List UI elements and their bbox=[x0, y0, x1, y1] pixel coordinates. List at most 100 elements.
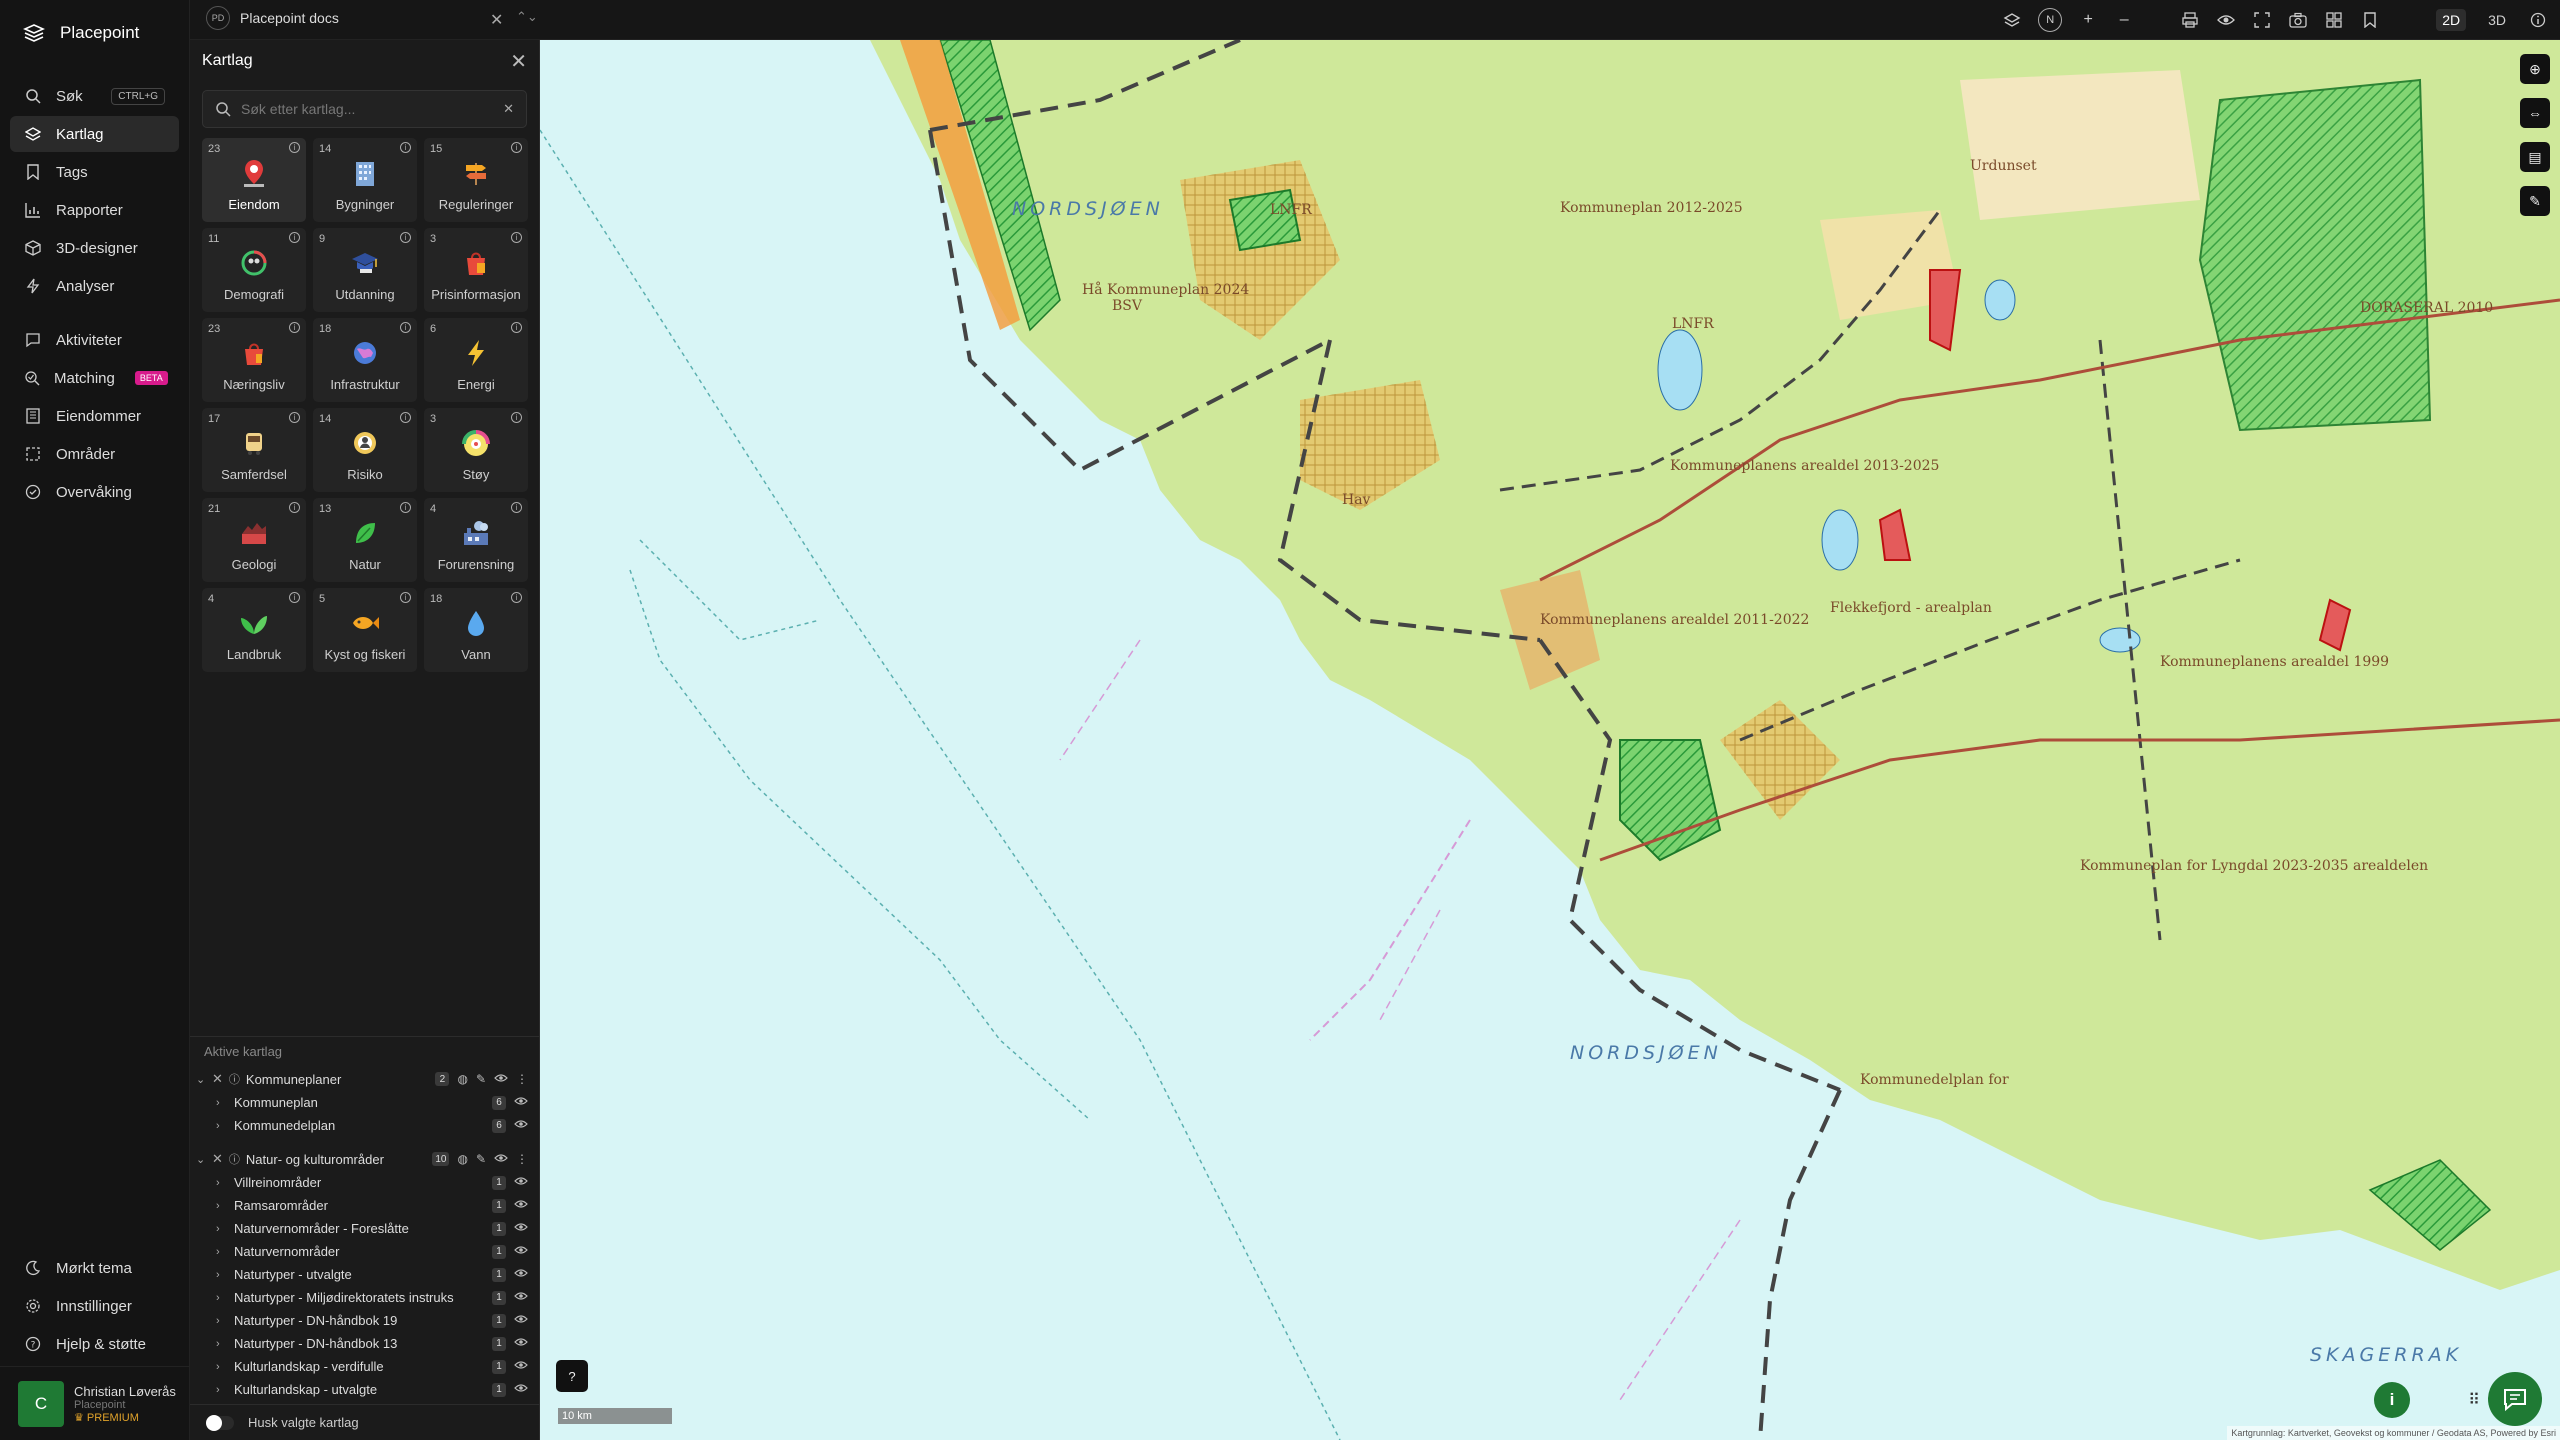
info-icon[interactable]: i bbox=[400, 142, 411, 153]
info-icon[interactable]: i bbox=[400, 232, 411, 243]
chevron-right-icon[interactable]: › bbox=[216, 1097, 226, 1109]
category-tile-reguleringer[interactable]: 15 i Reguleringer bbox=[424, 138, 528, 222]
nav-item-areas[interactable]: Områder bbox=[10, 436, 179, 472]
chevron-right-icon[interactable]: › bbox=[216, 1338, 226, 1350]
chevron-right-icon[interactable]: › bbox=[216, 1269, 226, 1281]
info-icon[interactable]: i bbox=[511, 592, 522, 603]
chevron-right-icon[interactable]: › bbox=[216, 1120, 226, 1132]
info-icon[interactable]: i bbox=[511, 142, 522, 153]
category-tile-bygninger[interactable]: 14 i Bygninger bbox=[313, 138, 417, 222]
category-tile-risiko[interactable]: 14 i Risiko bbox=[313, 408, 417, 492]
info-icon[interactable]: ⓘ bbox=[229, 1071, 240, 1087]
nav-item-search[interactable]: Søk CTRL+G bbox=[10, 78, 179, 114]
info-icon[interactable]: i bbox=[511, 502, 522, 513]
nav-item-help[interactable]: ? Hjelp & støtte bbox=[10, 1326, 180, 1362]
remember-toggle[interactable] bbox=[206, 1414, 234, 1431]
category-tile-energi[interactable]: 6 i Energi bbox=[424, 318, 528, 402]
identify-icon[interactable]: ⊕ bbox=[2520, 54, 2550, 84]
edit-icon[interactable]: ✎ bbox=[476, 1072, 486, 1086]
zoom-out-icon[interactable]: – bbox=[2114, 10, 2134, 30]
category-tile-kyst-og-fiskeri[interactable]: 5 i Kyst og fiskeri bbox=[313, 588, 417, 672]
category-tile-geologi[interactable]: 21 i Geologi bbox=[202, 498, 306, 582]
eye-icon[interactable] bbox=[514, 1175, 528, 1190]
info-icon[interactable]: i bbox=[511, 232, 522, 243]
remove-icon[interactable]: ✕ bbox=[212, 1151, 223, 1167]
more-icon[interactable]: ⋮ bbox=[516, 1072, 528, 1086]
info-icon[interactable]: i bbox=[400, 412, 411, 423]
info-icon[interactable]: i bbox=[511, 412, 522, 423]
info-icon[interactable]: i bbox=[289, 142, 300, 153]
info-icon[interactable]: i bbox=[289, 592, 300, 603]
map-basemap[interactable] bbox=[540, 40, 2560, 1440]
layer-item[interactable]: › Naturtyper - DN-håndbok 19 1 bbox=[190, 1309, 540, 1332]
close-icon[interactable]: ✕ bbox=[510, 49, 527, 74]
category-tile-natur[interactable]: 13 i Natur bbox=[313, 498, 417, 582]
bookmark-icon[interactable] bbox=[2360, 10, 2380, 30]
layer-item[interactable]: › Kulturlandskap - verdifulle 1 bbox=[190, 1355, 540, 1378]
remove-icon[interactable]: ✕ bbox=[212, 1071, 223, 1087]
chevron-down-icon[interactable]: ⌄ bbox=[196, 1073, 206, 1086]
elevation-chart-icon[interactable]: ▤ bbox=[2520, 142, 2550, 172]
layers-stack-icon[interactable] bbox=[2002, 10, 2022, 30]
measure-icon[interactable]: ⇔ bbox=[2520, 98, 2550, 128]
nav-item-dark-theme[interactable]: Mørkt tema bbox=[10, 1250, 180, 1286]
eye-icon[interactable] bbox=[514, 1336, 528, 1351]
info-icon[interactable]: i bbox=[289, 412, 300, 423]
nav-item-3d-designer[interactable]: 3D-designer bbox=[10, 230, 179, 266]
info-icon[interactable]: i bbox=[289, 502, 300, 513]
category-tile-vann[interactable]: 18 i Vann bbox=[424, 588, 528, 672]
palette-icon[interactable]: ◍ bbox=[457, 1072, 467, 1086]
category-tile-samferdsel[interactable]: 17 i Samferdsel bbox=[202, 408, 306, 492]
eye-icon[interactable] bbox=[514, 1382, 528, 1397]
layer-item[interactable]: › Naturtyper - Miljødirektoratets instruk… bbox=[190, 1286, 540, 1309]
chat-button[interactable] bbox=[2488, 1372, 2542, 1426]
category-tile-utdanning[interactable]: 9 i Utdanning bbox=[313, 228, 417, 312]
category-tile-landbruk[interactable]: 4 i Landbruk bbox=[202, 588, 306, 672]
chevron-right-icon[interactable]: › bbox=[216, 1177, 226, 1189]
map-canvas[interactable]: NORDSJØEN NORDSJØEN SKAGERRAK Hå Kommune… bbox=[540, 40, 2560, 1440]
zoom-in-icon[interactable]: + bbox=[2078, 10, 2098, 30]
eye-icon[interactable] bbox=[514, 1313, 528, 1328]
view-3d-button[interactable]: 3D bbox=[2482, 9, 2512, 31]
category-tile-prisinformasjon[interactable]: 3 i Prisinformasjon bbox=[424, 228, 528, 312]
category-tile-infrastruktur[interactable]: 18 i Infrastruktur bbox=[313, 318, 417, 402]
grid-icon[interactable] bbox=[2324, 10, 2344, 30]
nav-item-reports[interactable]: Rapporter bbox=[10, 192, 179, 228]
brand[interactable]: Placepoint bbox=[0, 0, 189, 66]
eye-icon[interactable] bbox=[514, 1221, 528, 1236]
chevron-down-icon[interactable]: ⌄ bbox=[196, 1153, 206, 1166]
print-icon[interactable] bbox=[2180, 10, 2200, 30]
nav-item-analyses[interactable]: Analyser bbox=[10, 268, 179, 304]
fullscreen-icon[interactable] bbox=[2252, 10, 2272, 30]
category-tile-næringsliv[interactable]: 23 i Næringsliv bbox=[202, 318, 306, 402]
eye-icon[interactable] bbox=[494, 1152, 508, 1167]
nav-item-kartlag[interactable]: Kartlag bbox=[10, 116, 179, 152]
nav-item-activities[interactable]: Aktiviteter bbox=[10, 322, 179, 358]
edit-icon[interactable]: ✎ bbox=[476, 1152, 486, 1166]
eye-icon[interactable] bbox=[514, 1359, 528, 1374]
info-icon[interactable]: i bbox=[400, 592, 411, 603]
eye-icon[interactable] bbox=[2216, 10, 2236, 30]
info-icon[interactable]: ⓘ bbox=[229, 1151, 240, 1167]
document-tab[interactable]: PD Placepoint docs bbox=[206, 6, 339, 30]
eye-icon[interactable] bbox=[514, 1198, 528, 1213]
nav-item-monitoring[interactable]: Overvåking bbox=[10, 474, 179, 510]
layer-group[interactable]: ⌄ ✕ ⓘ Kommuneplaner 2 ◍ ✎ ⋮ bbox=[190, 1067, 540, 1091]
layer-item[interactable]: › Kommunedelplan 6 bbox=[190, 1114, 540, 1137]
eye-icon[interactable] bbox=[494, 1072, 508, 1087]
category-tile-forurensning[interactable]: 4 i Forurensning bbox=[424, 498, 528, 582]
layer-group[interactable]: ⌄ ✕ ⓘ Natur- og kulturområder 10 ◍ ✎ ⋮ bbox=[190, 1147, 540, 1171]
nav-item-properties[interactable]: Eiendommer bbox=[10, 398, 179, 434]
info-icon[interactable]: i bbox=[289, 322, 300, 333]
compass-icon[interactable]: N bbox=[2038, 8, 2063, 32]
eye-icon[interactable] bbox=[514, 1290, 528, 1305]
chevron-right-icon[interactable]: › bbox=[216, 1246, 226, 1258]
drag-handle-icon[interactable]: ⠿ bbox=[2468, 1390, 2480, 1410]
layer-item[interactable]: › Kulturlandskap - utvalgte 1 bbox=[190, 1378, 540, 1401]
info-icon[interactable]: i bbox=[511, 322, 522, 333]
layer-item[interactable]: › Kommuneplan 6 bbox=[190, 1091, 540, 1114]
chevron-right-icon[interactable]: › bbox=[216, 1292, 226, 1304]
layer-item[interactable]: › Naturtyper - utvalgte 1 bbox=[190, 1263, 540, 1286]
eye-icon[interactable] bbox=[514, 1244, 528, 1259]
chevron-updown-icon[interactable]: ⌃⌄ bbox=[516, 9, 538, 25]
